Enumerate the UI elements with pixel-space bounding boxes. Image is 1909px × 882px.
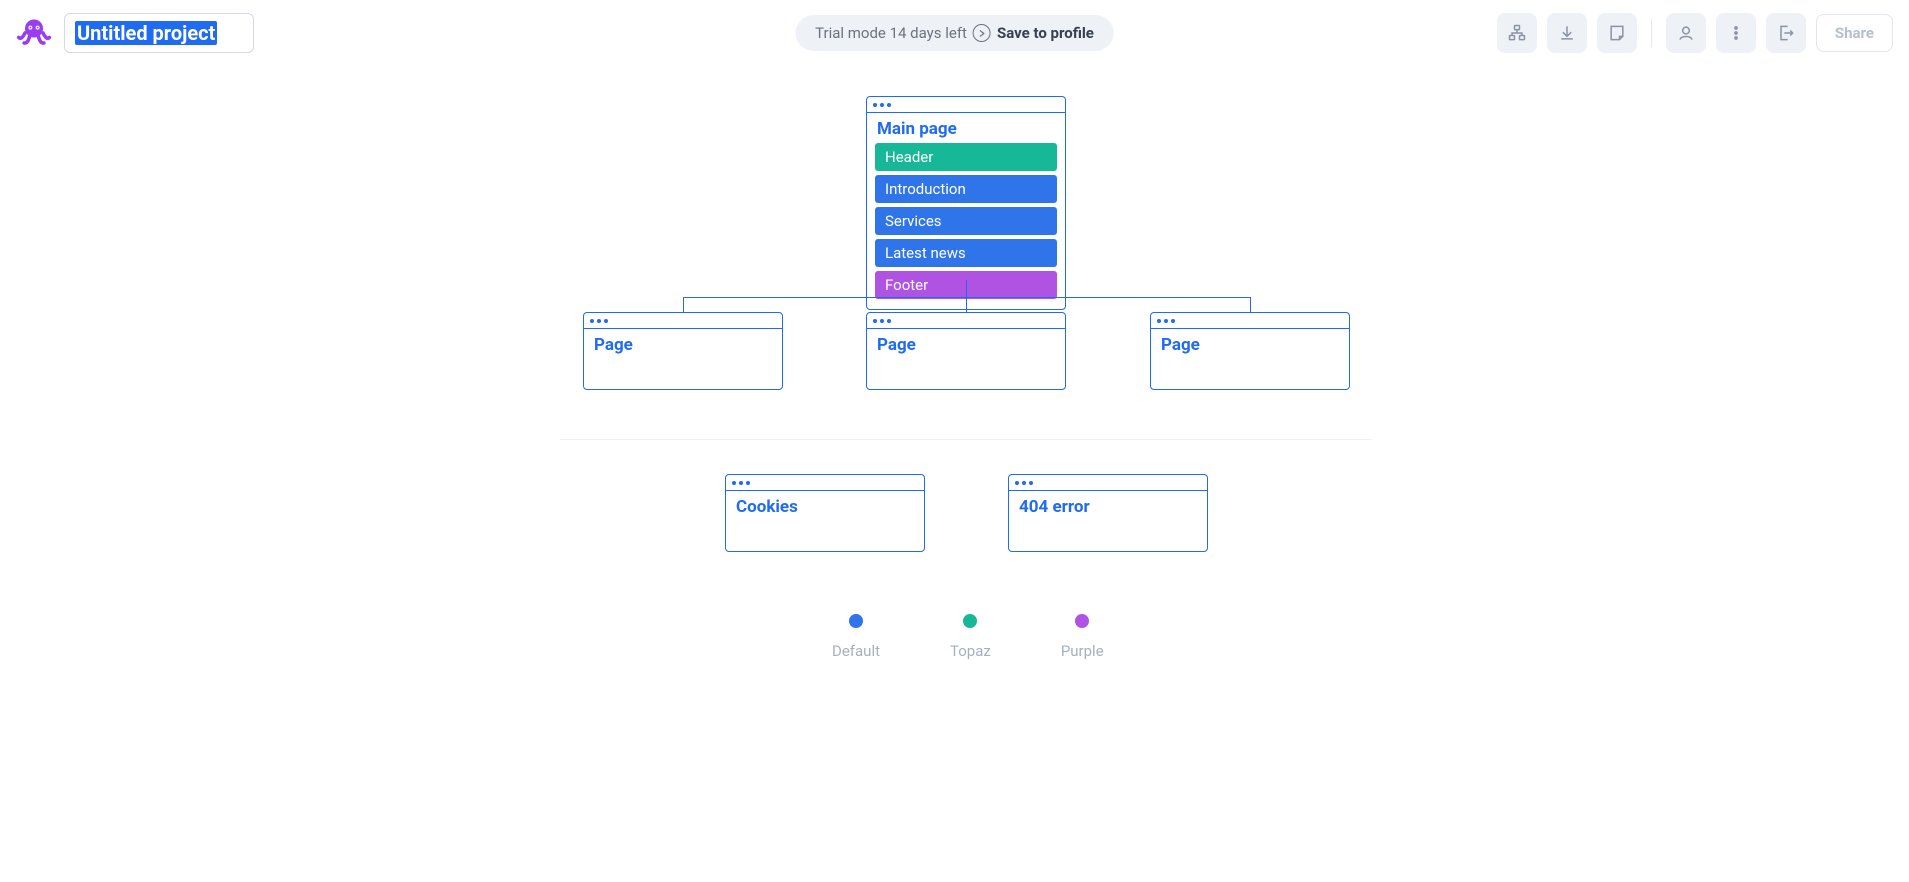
trial-text: Trial mode 14 days left (815, 24, 967, 42)
card-chrome (867, 313, 1065, 329)
project-title-input[interactable]: Untitled project (64, 13, 254, 53)
connector (683, 297, 684, 312)
separator (560, 439, 1372, 440)
node-title[interactable]: Main page (867, 113, 1065, 143)
node-page-2[interactable]: Page (866, 312, 1066, 390)
project-title-text: Untitled project (75, 21, 217, 45)
sitemap-view-button[interactable] (1497, 13, 1537, 53)
node-title[interactable]: Page (584, 329, 782, 359)
card-chrome (1151, 313, 1349, 329)
card-chrome (1009, 475, 1207, 491)
legend-dot (1075, 614, 1089, 628)
node-title[interactable]: Cookies (726, 491, 924, 521)
color-legend: Default Topaz Purple (832, 614, 1104, 660)
node-title[interactable]: Page (1151, 329, 1349, 359)
legend-dot (849, 614, 863, 628)
more-menu-button[interactable] (1716, 13, 1756, 53)
node-404[interactable]: 404 error (1008, 474, 1208, 552)
node-page-1[interactable]: Page (583, 312, 783, 390)
card-chrome (867, 97, 1065, 113)
legend-dot (963, 614, 977, 628)
topbar: Untitled project Trial mode 14 days left… (0, 0, 1909, 66)
trial-banner[interactable]: Trial mode 14 days left Save to profile (795, 15, 1114, 51)
card-chrome (584, 313, 782, 329)
note-button[interactable] (1597, 13, 1637, 53)
canvas[interactable]: Main page Header Introduction Services L… (0, 66, 1909, 882)
topbar-actions: Share (1497, 13, 1893, 53)
account-button[interactable] (1666, 13, 1706, 53)
arrow-right-circle-icon (973, 24, 991, 42)
legend-item-default[interactable]: Default (832, 614, 880, 660)
share-button[interactable]: Share (1816, 14, 1893, 52)
node-cookies[interactable]: Cookies (725, 474, 925, 552)
card-chrome (726, 475, 924, 491)
block-latest-news[interactable]: Latest news (875, 239, 1057, 267)
node-main-page[interactable]: Main page Header Introduction Services L… (866, 96, 1066, 310)
exit-button[interactable] (1766, 13, 1806, 53)
block-header[interactable]: Header (875, 143, 1057, 171)
block-services[interactable]: Services (875, 207, 1057, 235)
app-logo-octopus-icon[interactable] (16, 15, 52, 51)
legend-label: Default (832, 642, 880, 660)
legend-item-purple[interactable]: Purple (1061, 614, 1104, 660)
block-introduction[interactable]: Introduction (875, 175, 1057, 203)
connector (966, 280, 967, 297)
download-button[interactable] (1547, 13, 1587, 53)
divider (1651, 19, 1652, 47)
legend-item-topaz[interactable]: Topaz (950, 614, 991, 660)
connector (1250, 297, 1251, 312)
node-title[interactable]: Page (867, 329, 1065, 359)
node-title[interactable]: 404 error (1009, 491, 1207, 521)
legend-label: Purple (1061, 642, 1104, 660)
node-page-3[interactable]: Page (1150, 312, 1350, 390)
legend-label: Topaz (950, 642, 991, 660)
connector (966, 297, 967, 312)
connector (683, 297, 1251, 298)
save-to-profile-link[interactable]: Save to profile (997, 24, 1094, 42)
